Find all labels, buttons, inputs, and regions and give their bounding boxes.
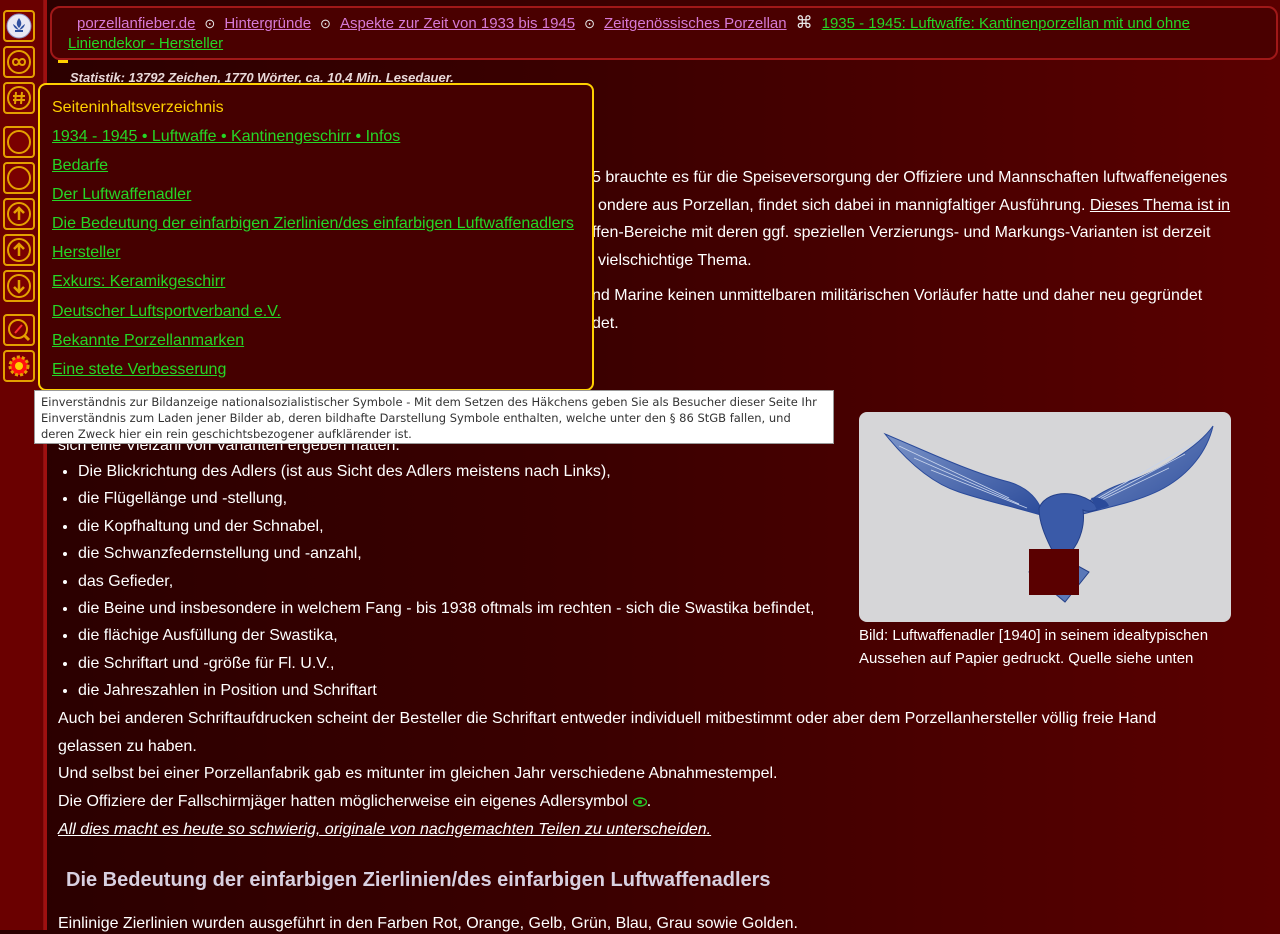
emphasis-statement: All dies macht es heute so schwierig, or…: [58, 821, 712, 838]
toc-item-bedarfe[interactable]: Bedarfe: [52, 155, 592, 184]
intro-line-1: 5 brauchte es für die Speiseversorgung d…: [592, 169, 1228, 186]
breadcrumb-separator: ⊙: [584, 16, 596, 31]
list-item: das Gefieder,: [78, 572, 814, 599]
list-item: die Flügellänge und -stellung,: [78, 489, 814, 516]
figure-caption-line-1: Bild: Luftwaffenadler [1940] in seinem i…: [859, 627, 1209, 644]
figure-caption-line-2: Aussehen auf Papier gedruckt. Quelle sie…: [859, 650, 1194, 667]
toc-item-luftsportverband[interactable]: Deutscher Luftsportverband e.V.: [52, 301, 592, 330]
consent-tooltip: Einverständnis zur Bildanzeige nationals…: [34, 390, 834, 444]
arrow-down-icon[interactable]: [3, 270, 35, 302]
circle-icon[interactable]: [3, 126, 35, 158]
breadcrumb-link-porzellan[interactable]: Zeitgenössisches Porzellan: [604, 15, 787, 32]
search-icon[interactable]: [3, 314, 35, 346]
toc-item-verbesserung[interactable]: Eine stete Verbesserung: [52, 359, 592, 388]
paragraph-font-line-1: Auch bei anderen Schriftaufdrucken schei…: [58, 710, 1157, 727]
toc-item-zierlinien[interactable]: Die Bedeutung der einfarbigen Zierlinien…: [52, 213, 592, 242]
paragraph-paratroopers: Die Offiziere der Fallschirmjäger hatten…: [58, 792, 651, 812]
breadcrumb-separator: ⊙: [204, 16, 216, 31]
list-item: die Kopfhaltung und der Schnabel,: [78, 517, 814, 544]
arrow-up-icon[interactable]: [3, 234, 35, 266]
arrow-up-icon[interactable]: [3, 198, 35, 230]
list-item: die Jahreszahlen in Position und Schrift…: [78, 681, 814, 708]
breadcrumb-link-home[interactable]: porzellanfieber.de: [77, 15, 195, 32]
figure-caption: Bild: Luftwaffenadler [1940] in seinem i…: [859, 624, 1239, 670]
list-item: die Beine und insbesondere in welchem Fa…: [78, 599, 814, 626]
paragraph-font-line-2: gelassen zu haben.: [58, 738, 197, 755]
section-text: Einlinige Zierlinien wurden ausgeführt i…: [58, 915, 798, 932]
eagle-variant-list: Die Blickrichtung des Adlers (ist aus Si…: [58, 462, 814, 709]
toc-item-luftwaffenadler[interactable]: Der Luftwaffenadler: [52, 184, 592, 213]
list-item: die Schwanzfedernstellung und -anzahl,: [78, 544, 814, 571]
circle-icon[interactable]: [3, 162, 35, 194]
intro-line-5: nd Marine keinen unmittelbaren militäris…: [592, 287, 1203, 304]
infinity-icon[interactable]: [3, 46, 35, 78]
toc-item-porzellanmarken[interactable]: Bekannte Porzellanmarken: [52, 330, 592, 359]
paragraph-paratroopers-end: .: [646, 793, 652, 810]
toc-item-infos[interactable]: 1934 - 1945 • Luftwaffe • Kantinengeschi…: [52, 126, 592, 155]
list-item: die flächige Ausfüllung der Swastika,: [78, 626, 814, 653]
toc-item-keramikgeschirr[interactable]: Exkurs: Keramikgeschirr: [52, 271, 592, 300]
breadcrumb-current-page-line2[interactable]: Liniendekor - Hersteller: [68, 35, 223, 52]
list-item: Die Blickrichtung des Adlers (ist aus Si…: [78, 462, 814, 489]
settings-gear-icon[interactable]: [3, 350, 35, 382]
intro-line-2-text: ondere aus Porzellan, findet sich dabei …: [598, 197, 1090, 214]
eye-icon[interactable]: [632, 797, 647, 807]
intro-line-4: vielschichtige Thema.: [598, 252, 752, 269]
hashtag-icon[interactable]: [3, 82, 35, 114]
fleur-de-lis-icon[interactable]: [3, 10, 35, 42]
intro-line-3: ffen-Bereiche mit deren ggf. speziellen …: [592, 224, 1211, 241]
table-of-contents-panel: Seiteninhaltsverzeichnis 1934 - 1945 • L…: [38, 83, 594, 391]
eagle-image: [859, 412, 1231, 622]
paragraph-stamps: Und selbst bei einer Porzellanfabrik gab…: [58, 765, 778, 782]
breadcrumb-current-page-line1[interactable]: 1935 - 1945: Luftwaffe: Kantinenporzella…: [822, 15, 1190, 32]
intro-line-2: ondere aus Porzellan, findet sich dabei …: [598, 196, 1230, 216]
breadcrumb-link-hintergruende[interactable]: Hintergründe: [224, 15, 311, 32]
intro-topic-link[interactable]: Dieses Thema ist in: [1090, 197, 1230, 214]
toc-item-hersteller[interactable]: Hersteller: [52, 242, 592, 271]
breadcrumb-separator-current: ⌘: [795, 13, 813, 32]
toc-marker: [58, 60, 68, 63]
breadcrumb-link-aspekte[interactable]: Aspekte zur Zeit von 1933 bis 1945: [340, 15, 575, 32]
toc-title: Seiteninhaltsverzeichnis: [52, 99, 224, 116]
intro-line-6: det.: [592, 315, 619, 332]
paragraph-paratroopers-text: Die Offiziere der Fallschirmjäger hatten…: [58, 793, 628, 810]
list-item: die Schriftart und -größe für Fl. U.V.,: [78, 654, 814, 681]
section-heading: Die Bedeutung der einfarbigen Zierlinien…: [66, 869, 771, 891]
breadcrumb-separator: ⊙: [320, 16, 331, 31]
breadcrumb: porzellanfieber.de ⊙ Hintergründe ⊙ Aspekte …: [50, 6, 1278, 60]
